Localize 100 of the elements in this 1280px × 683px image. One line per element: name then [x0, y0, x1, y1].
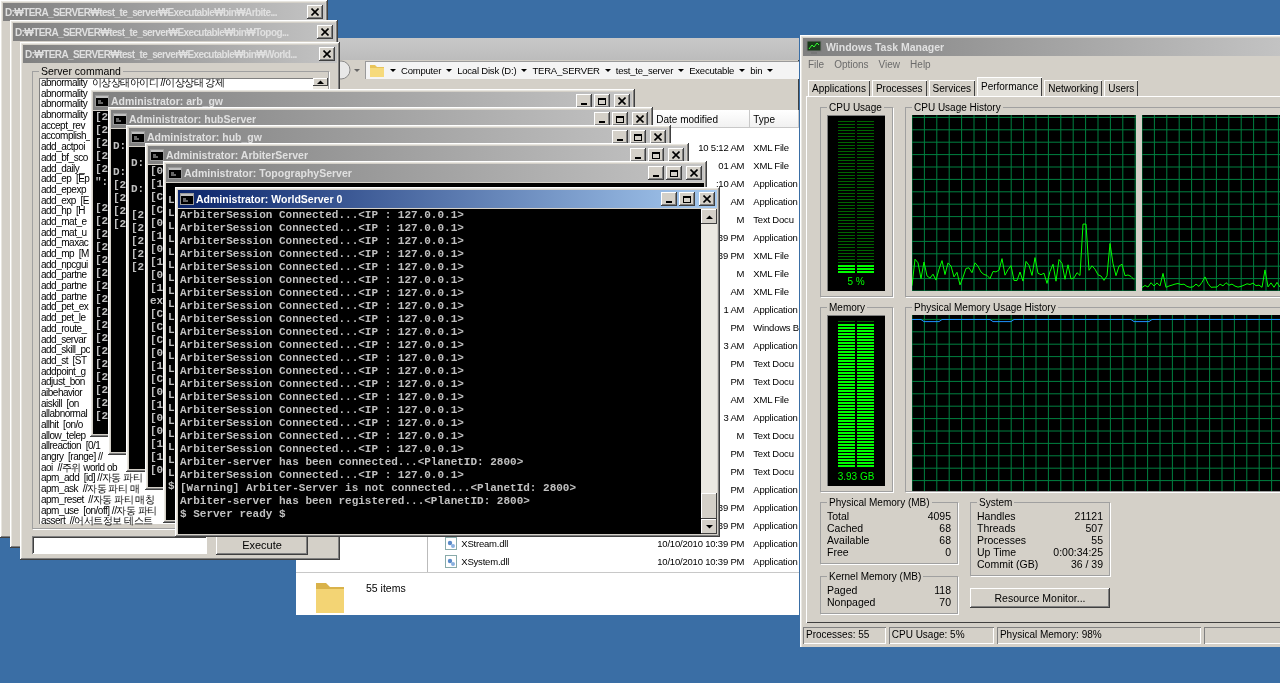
- scroll-down-button[interactable]: [701, 519, 717, 534]
- dropdown-arrow-icon[interactable]: [445, 67, 454, 73]
- tab[interactable]: Users: [1104, 80, 1139, 96]
- minimize-button[interactable]: [630, 148, 646, 162]
- resource-monitor-button[interactable]: Resource Monitor...: [970, 588, 1110, 608]
- menu-item[interactable]: Options: [834, 59, 869, 70]
- list-item[interactable]: add_st [ST: [41, 355, 87, 367]
- minimize-icon: [581, 103, 587, 105]
- maximize-button[interactable]: [648, 148, 664, 162]
- close-button[interactable]: [307, 5, 323, 19]
- list-item[interactable]: accept_rev: [41, 120, 85, 132]
- close-button[interactable]: [686, 166, 702, 180]
- list-item[interactable]: add_actpoi: [41, 142, 85, 153]
- dropdown-arrow-icon[interactable]: [677, 67, 686, 73]
- scroll-thumb[interactable]: [701, 493, 717, 519]
- close-button[interactable]: [614, 94, 630, 108]
- close-button[interactable]: [699, 192, 715, 206]
- breadcrumb[interactable]: bin: [750, 64, 763, 76]
- tab[interactable]: Applications: [808, 80, 870, 96]
- tab[interactable]: Networking: [1044, 80, 1103, 96]
- maximize-button[interactable]: [666, 166, 682, 180]
- close-button[interactable]: [632, 112, 648, 126]
- list-item[interactable]: add_maxac: [41, 238, 89, 249]
- list-item[interactable]: add_mat_u: [41, 227, 87, 239]
- list-item[interactable]: add_mp [M: [41, 249, 89, 260]
- list-item[interactable]: add_mat_e: [41, 216, 87, 228]
- list-item[interactable]: allhit [on/o: [41, 420, 83, 431]
- list-item[interactable]: add_bf_sco: [41, 152, 88, 164]
- tab[interactable]: Performance: [976, 77, 1043, 96]
- minimize-button[interactable]: [661, 192, 677, 206]
- address-bar[interactable]: Computer Local Disk (D:) TERA_SERVER test_te_server Executable bin: [365, 61, 799, 79]
- list-item[interactable]: add_skill_pc: [41, 345, 91, 356]
- dropdown-arrow-icon[interactable]: [520, 67, 529, 73]
- list-item[interactable]: allow_telep: [41, 430, 86, 442]
- list-item[interactable]: addpoint_g: [41, 366, 86, 378]
- list-item[interactable]: abnormality 이상상태아이디 //이상상태 강제: [41, 78, 225, 89]
- execute-button[interactable]: Execute: [216, 535, 308, 555]
- list-item[interactable]: allabnormal: [41, 409, 88, 420]
- history-dropdown-icon[interactable]: [353, 67, 361, 73]
- list-item[interactable]: add_epexp: [41, 184, 86, 196]
- minimize-button[interactable]: [648, 166, 664, 180]
- list-item[interactable]: apm_ask //자동 파티 매: [41, 484, 140, 495]
- maximize-button[interactable]: [594, 94, 610, 108]
- list-item[interactable]: apm_use [on/off] //자동 파티: [41, 505, 157, 517]
- list-item[interactable]: angry [range] //: [41, 452, 103, 463]
- dropdown-arrow-icon[interactable]: [603, 67, 612, 73]
- dropdown-arrow-icon[interactable]: [389, 67, 397, 73]
- close-button[interactable]: [668, 148, 684, 162]
- list-item[interactable]: add_partne: [41, 281, 87, 292]
- list-item[interactable]: add_servar: [41, 334, 87, 346]
- close-button[interactable]: [650, 130, 666, 144]
- list-item[interactable]: add_exp [E: [41, 195, 89, 207]
- breadcrumb[interactable]: Executable: [689, 64, 735, 76]
- list-item[interactable]: abnormality: [41, 99, 88, 111]
- breadcrumb[interactable]: Local Disk (D:): [457, 64, 517, 76]
- close-button[interactable]: [317, 25, 333, 39]
- list-item[interactable]: add_pet_le: [41, 313, 86, 324]
- list-item[interactable]: add_pet_ex: [41, 302, 89, 314]
- list-item[interactable]: apm_add [id] //자동 파티: [41, 473, 143, 485]
- column-header[interactable]: Type: [750, 110, 799, 128]
- list-item[interactable]: add_daily_: [41, 163, 85, 175]
- list-item[interactable]: abnormality: [41, 88, 88, 100]
- maximize-button[interactable]: [630, 130, 646, 144]
- minimize-button[interactable]: [594, 112, 610, 126]
- list-item[interactable]: adjust_bon: [41, 377, 85, 388]
- list-item[interactable]: add_partne: [41, 270, 87, 282]
- list-item[interactable]: add_npcgui: [41, 259, 88, 271]
- list-item[interactable]: aiskill [on: [41, 398, 79, 410]
- breadcrumb[interactable]: Computer: [401, 64, 442, 76]
- column-header[interactable]: Date modified: [653, 110, 751, 128]
- menu-item[interactable]: Help: [910, 59, 931, 70]
- menu-item[interactable]: View: [878, 59, 901, 70]
- command-input[interactable]: [32, 536, 207, 554]
- list-item[interactable]: assert //어서트정보 테스트: [41, 516, 153, 527]
- list-item[interactable]: add_ep [Ep: [41, 174, 90, 185]
- close-button[interactable]: [319, 47, 335, 61]
- list-item[interactable]: add_route_: [41, 323, 87, 335]
- list-item[interactable]: accomplish_: [41, 131, 92, 143]
- dropdown-arrow-icon[interactable]: [738, 67, 747, 73]
- list-item[interactable]: add_hp [H: [41, 206, 85, 217]
- scroll-up-button[interactable]: [313, 78, 328, 86]
- breadcrumb[interactable]: test_te_server: [615, 64, 674, 76]
- file-name[interactable]: XSystem.dll: [461, 555, 510, 567]
- tab[interactable]: Services: [928, 80, 975, 96]
- list-item[interactable]: aoi //주위 world ob: [41, 462, 118, 474]
- file-name[interactable]: XStream.dll: [461, 537, 509, 549]
- maximize-button[interactable]: [612, 112, 628, 126]
- scroll-up-button[interactable]: [701, 209, 717, 224]
- list-item[interactable]: apm_reset //자동 파티 매칭: [41, 494, 155, 506]
- list-item[interactable]: allreaction [0/1: [41, 441, 101, 453]
- breadcrumb[interactable]: TERA_SERVER: [532, 64, 600, 76]
- menu-item[interactable]: File: [808, 59, 825, 70]
- dropdown-arrow-icon[interactable]: [766, 67, 775, 73]
- maximize-button[interactable]: [679, 192, 695, 206]
- minimize-button[interactable]: [576, 94, 592, 108]
- tab[interactable]: Processes: [871, 80, 927, 96]
- list-item[interactable]: aibehavior: [41, 387, 83, 399]
- list-item[interactable]: abnormality: [41, 110, 88, 121]
- list-item[interactable]: add_partne: [41, 291, 87, 303]
- minimize-button[interactable]: [612, 130, 628, 144]
